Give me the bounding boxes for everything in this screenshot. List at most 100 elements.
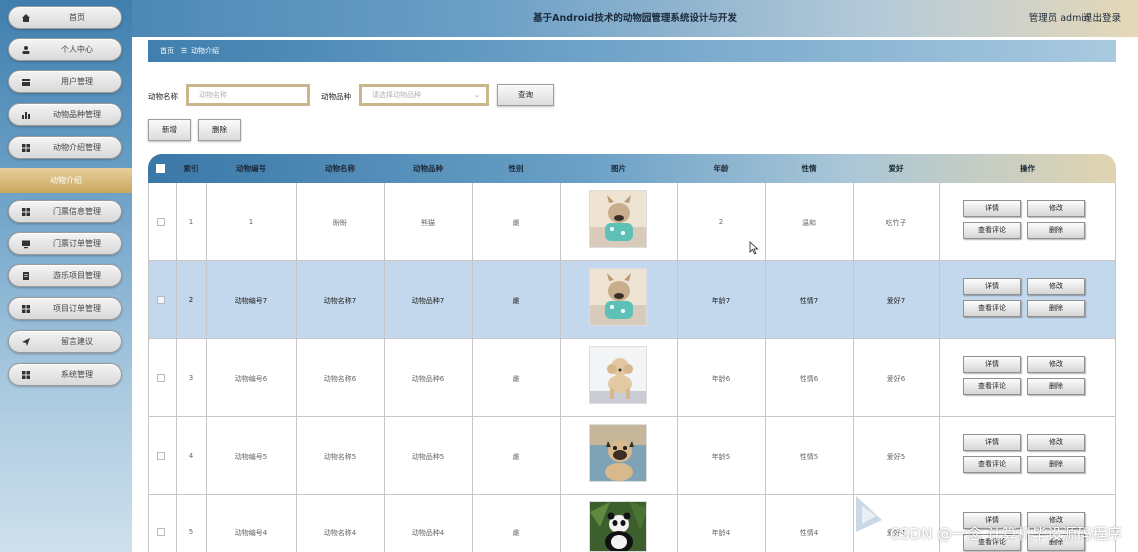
mouse-cursor-icon [749, 240, 759, 259]
col-index: 索引 [183, 164, 199, 173]
row-checkbox[interactable] [157, 528, 165, 536]
animal-photo-poodle [589, 346, 647, 404]
delete-button[interactable]: 删除 [198, 119, 241, 141]
column-divider [206, 183, 207, 552]
cell-index: 1 [188, 218, 194, 226]
cell-hobby: 爱好6 [886, 375, 906, 383]
view-comments-button[interactable]: 查看评论 [963, 378, 1021, 395]
cell-age: 年龄7 [711, 297, 731, 305]
cell-temper: 性情7 [799, 297, 819, 305]
watermark: CSDN @一念 计算机毕设源码程序 [889, 525, 1122, 543]
edit-button[interactable]: 修改 [1027, 434, 1085, 451]
view-comments-button[interactable]: 查看评论 [963, 222, 1021, 239]
row-checkbox[interactable] [157, 218, 165, 226]
col-actions: 操作 [1020, 164, 1035, 173]
top-bar: 基于Android技术的动物园管理系统设计与开发 管理员 admin 退出登录 [132, 0, 1138, 37]
cell-name: 动物名称5 [323, 453, 357, 461]
col-code: 动物编号 [236, 164, 266, 173]
cell-name: 盼盼 [333, 219, 347, 227]
current-user: 管理员 admin [1028, 13, 1090, 24]
edit-button[interactable]: 修改 [1027, 278, 1085, 295]
document-icon [21, 271, 31, 281]
query-button[interactable]: 查询 [497, 84, 554, 106]
breadcrumb: 首页 ☰ 动物介绍 [148, 40, 1116, 62]
cell-hobby: 爱好7 [886, 297, 906, 305]
column-divider [176, 183, 177, 552]
remove-button[interactable]: 删除 [1027, 378, 1085, 395]
cell-name: 动物名称6 [323, 375, 357, 383]
cell-breed: 动物品种5 [411, 453, 445, 461]
animal-breed-select[interactable]: 请选择动物品种 ⌄ [359, 84, 489, 106]
breadcrumb-current: 动物介绍 [191, 47, 219, 55]
row-checkbox[interactable] [157, 452, 165, 460]
cell-hobby: 吃竹子 [885, 219, 907, 227]
remove-button[interactable]: 删除 [1027, 300, 1085, 317]
sidebar-item-ticket-order[interactable]: 门票订单管理 [8, 232, 122, 255]
cell-gender: 雌 [512, 375, 520, 383]
cell-gender: 雌 [512, 529, 520, 537]
sidebar-item-profile[interactable]: 个人中心 [8, 38, 122, 61]
sidebar-item-label: 留言建议 [61, 337, 93, 346]
edit-button[interactable]: 修改 [1027, 356, 1085, 373]
sidebar-item-label: 动物介绍管理 [53, 143, 101, 152]
cell-code: 动物编号5 [234, 453, 268, 461]
sidebar-item-users[interactable]: 用户管理 [8, 70, 122, 93]
row-checkbox[interactable] [157, 296, 165, 304]
detail-button[interactable]: 详情 [963, 278, 1021, 295]
cell-age: 年龄6 [711, 375, 731, 383]
detail-button[interactable]: 详情 [963, 200, 1021, 217]
detail-button[interactable]: 详情 [963, 356, 1021, 373]
edit-button[interactable]: 修改 [1027, 200, 1085, 217]
sidebar-item-label: 个人中心 [61, 45, 93, 54]
add-button[interactable]: 新增 [148, 119, 191, 141]
users-icon [21, 77, 31, 87]
sidebar-subitem-animal-intro[interactable]: 动物介绍 [0, 168, 132, 193]
remove-button[interactable]: 删除 [1027, 222, 1085, 239]
grid-icon [21, 370, 31, 380]
col-age: 年龄 [713, 164, 729, 173]
cell-breed: 动物品种4 [411, 529, 445, 537]
app-root: 首页 个人中心 用户管理 动物品种管理 动物介绍管理 动物介绍 门票信息管理 门… [0, 0, 1138, 552]
breadcrumb-home[interactable]: 首页 [160, 40, 174, 62]
sidebar-item-home[interactable]: 首页 [8, 6, 122, 29]
grid-icon [21, 304, 31, 314]
remove-button[interactable]: 删除 [1027, 456, 1085, 473]
sidebar-item-feedback[interactable]: 留言建议 [8, 330, 122, 353]
column-divider [677, 183, 678, 552]
animal-photo-pug [589, 424, 647, 482]
animal-name-label: 动物名称 [148, 92, 178, 101]
cell-index: 5 [188, 528, 194, 536]
sidebar-item-breed[interactable]: 动物品种管理 [8, 103, 122, 126]
cell-temper: 性情4 [799, 529, 819, 537]
app-title: 基于Android技术的动物园管理系统设计与开发 [533, 13, 737, 24]
animal-name-input[interactable]: 动物名称 [186, 84, 310, 106]
cell-temper: 性情5 [799, 453, 819, 461]
sidebar-item-label: 首页 [69, 13, 85, 22]
sidebar-item-ticket-info[interactable]: 门票信息管理 [8, 200, 122, 223]
cell-index: 2 [188, 296, 194, 304]
send-icon [21, 337, 31, 347]
detail-button[interactable]: 详情 [963, 434, 1021, 451]
sidebar-item-system[interactable]: 系统管理 [8, 363, 122, 386]
cell-hobby: 爱好5 [886, 453, 906, 461]
sidebar-item-ride-order[interactable]: 项目订单管理 [8, 297, 122, 320]
select-all-checkbox[interactable] [156, 164, 165, 173]
row-checkbox[interactable] [157, 374, 165, 382]
cell-gender: 雌 [512, 297, 520, 305]
view-comments-button[interactable]: 查看评论 [963, 300, 1021, 317]
sidebar-item-animal-intro[interactable]: 动物介绍管理 [8, 136, 122, 159]
logout-link[interactable]: 退出登录 [1083, 0, 1121, 37]
cell-age: 年龄4 [711, 529, 731, 537]
cell-name: 动物名称4 [323, 529, 357, 537]
col-name: 动物名称 [325, 164, 355, 173]
breed-select-placeholder: 请选择动物品种 [372, 91, 421, 99]
col-photo: 图片 [611, 164, 626, 173]
col-temper: 性情 [801, 164, 817, 173]
sidebar-item-rides[interactable]: 游乐项目管理 [8, 264, 122, 287]
view-comments-button[interactable]: 查看评论 [963, 456, 1021, 473]
cell-temper: 温和 [802, 219, 816, 227]
cell-code: 动物编号4 [234, 529, 268, 537]
breadcrumb-separator-icon: ☰ [181, 47, 188, 55]
animal-breed-label: 动物品种 [321, 92, 351, 101]
cell-code: 动物编号7 [234, 297, 268, 305]
